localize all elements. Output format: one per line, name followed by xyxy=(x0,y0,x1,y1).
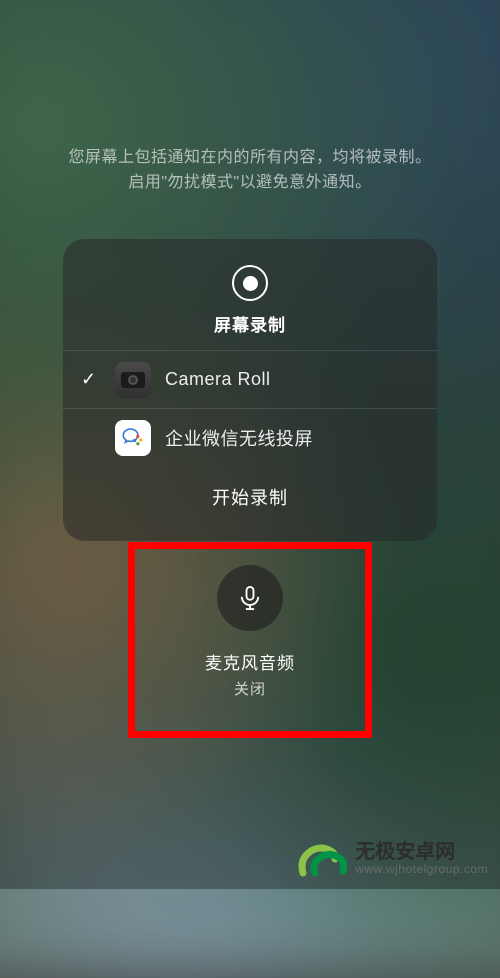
screen-recording-panel: 屏幕录制 ✓ Camera Roll 企业微信无线投屏 开始录制 xyxy=(63,239,437,541)
option-label: 企业微信无线投屏 xyxy=(165,425,313,451)
camera-roll-icon xyxy=(115,362,151,398)
microphone-icon xyxy=(217,565,283,631)
option-camera-roll[interactable]: ✓ Camera Roll xyxy=(63,350,437,408)
microphone-title: 麦克风音频 xyxy=(205,649,295,674)
watermark-url: www.wjhotelgroup.com xyxy=(355,863,488,876)
watermark: 无极安卓网 www.wjhotelgroup.com xyxy=(297,839,488,879)
start-recording-button[interactable]: 开始录制 xyxy=(63,466,437,510)
hint-line-1: 您屏幕上包括通知在内的所有内容，均将被录制。 xyxy=(0,146,500,171)
microphone-toggle[interactable]: 麦克风音频 关闭 xyxy=(0,565,500,699)
wecom-icon xyxy=(115,420,151,456)
microphone-state: 关闭 xyxy=(234,678,266,699)
checkmark-icon: ✓ xyxy=(81,369,115,390)
panel-header: 屏幕录制 xyxy=(63,239,437,350)
hint-line-2: 启用"勿扰模式"以避免意外通知。 xyxy=(0,171,500,196)
watermark-name: 无极安卓网 xyxy=(355,841,488,863)
option-label: Camera Roll xyxy=(165,369,271,390)
record-icon xyxy=(232,265,268,301)
watermark-logo-icon xyxy=(297,839,347,879)
option-wecom-cast[interactable]: 企业微信无线投屏 xyxy=(63,408,437,466)
start-recording-label: 开始录制 xyxy=(212,488,288,508)
recording-hint: 您屏幕上包括通知在内的所有内容，均将被录制。 启用"勿扰模式"以避免意外通知。 xyxy=(0,146,500,196)
panel-title: 屏幕录制 xyxy=(214,311,286,336)
